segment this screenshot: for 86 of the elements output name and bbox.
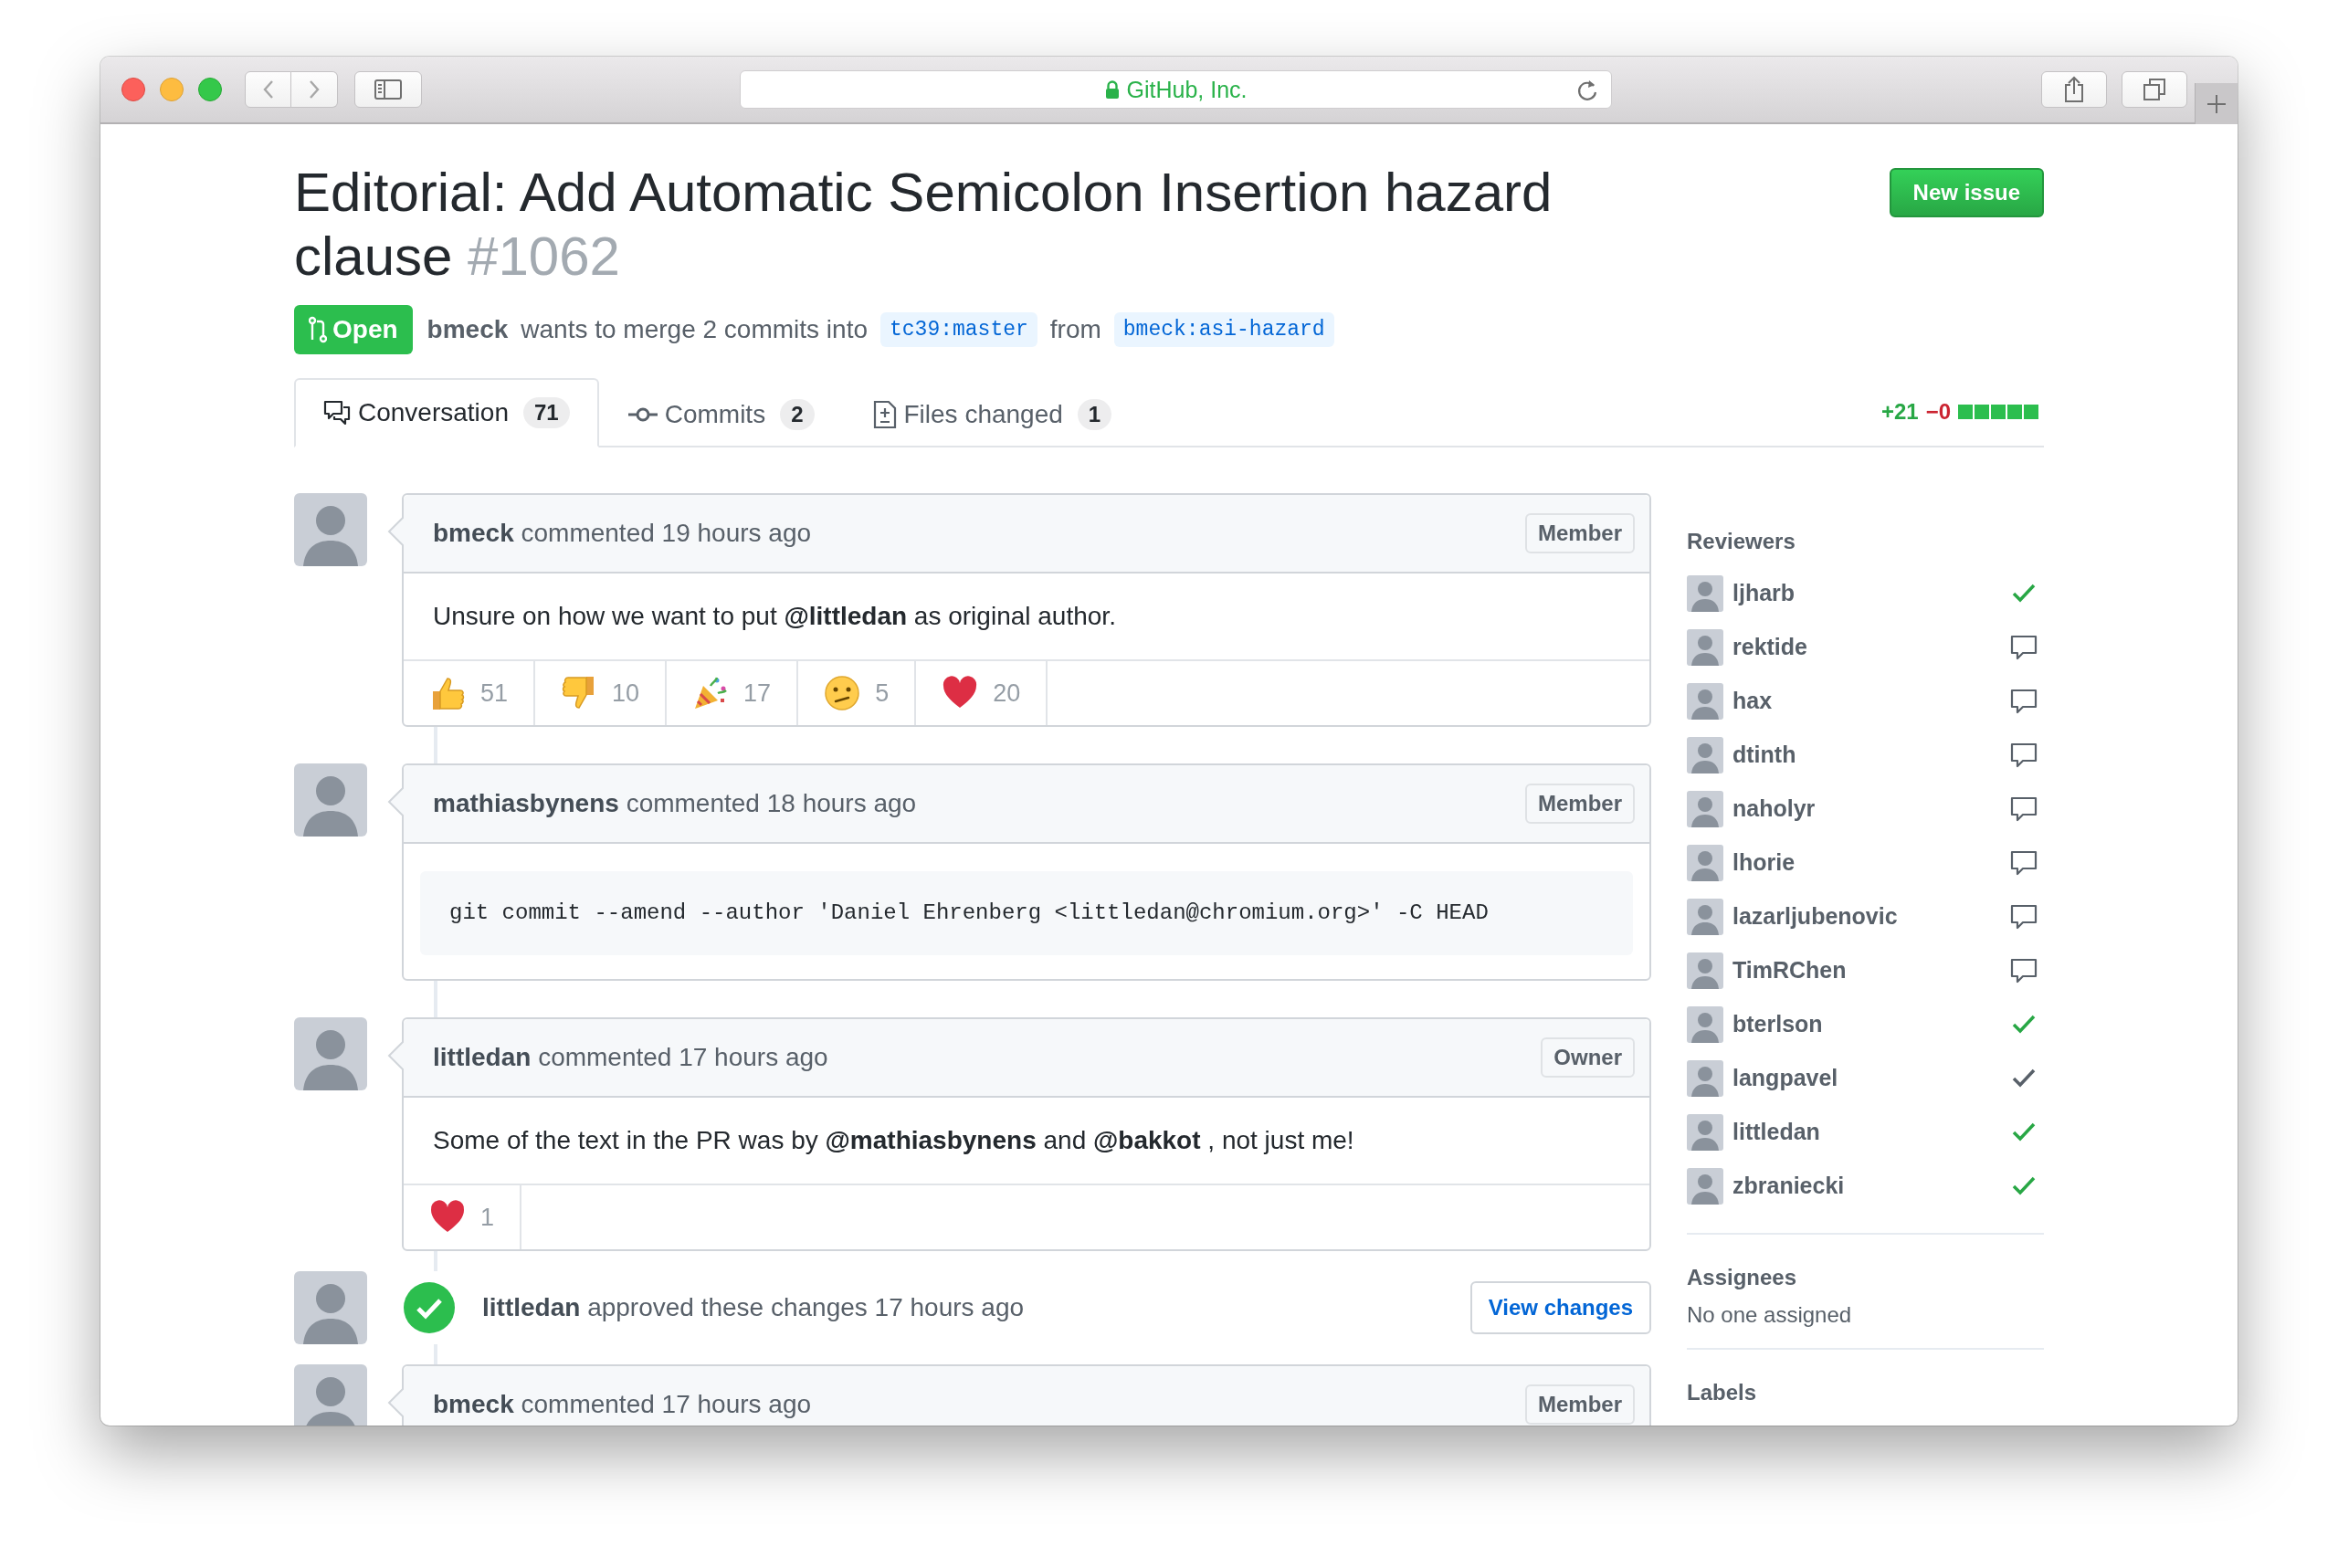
role-label: Member	[1524, 513, 1635, 553]
comment-text: Some of the text in the PR was by @mathiasbynens and @bakkot , not just me!	[433, 1125, 1355, 1156]
minimize-button[interactable]	[160, 78, 184, 101]
labels-heading: Labels	[1687, 1379, 1758, 1406]
file-diff-icon	[872, 400, 897, 429]
approved-check-icon	[403, 1281, 456, 1334]
reviewer-name[interactable]: dtinth	[1732, 742, 1996, 768]
code-block: git commit --amend --author 'Daniel Ehrenberg <littledan@chromium.org>' -C HEAD	[420, 871, 1633, 955]
author-link[interactable]: bmeck	[427, 315, 509, 344]
forward-button[interactable]	[291, 71, 338, 108]
share-icon	[2064, 76, 2084, 103]
reviewer-name[interactable]: hax	[1732, 688, 1996, 714]
open-state-badge: Open	[294, 305, 413, 354]
avatar[interactable]	[1687, 1113, 1723, 1151]
comment-header-text: bmeck commented 17 hours ago	[433, 1390, 812, 1419]
tabs-button[interactable]	[2122, 71, 2187, 108]
comment-header-text: bmeck commented 19 hours ago	[433, 519, 812, 548]
head-branch[interactable]: bmeck:asi-hazard	[1113, 312, 1334, 347]
reviewer-name[interactable]: rektide	[1732, 634, 1996, 660]
comment-header-text: mathiasbynens commented 18 hours ago	[433, 789, 917, 818]
sidebar-button[interactable]	[354, 71, 422, 108]
reviewers-heading: Reviewers	[1687, 528, 1796, 555]
reviewer-name[interactable]: lazarljubenovic	[1732, 903, 1996, 930]
tab[interactable]: Conversation 71	[294, 378, 599, 447]
role-label: Owner	[1541, 1037, 1635, 1078]
sidebar-icon	[374, 79, 402, 100]
avatar[interactable]	[1687, 790, 1723, 827]
additions-count: +21	[1880, 399, 1919, 425]
avatar[interactable]	[1687, 682, 1723, 720]
pull-request-title: Editorial: Add Automatic Semicolon Insertion hazard clause #1062	[294, 161, 1553, 289]
reviewer-name[interactable]: TimRChen	[1732, 957, 1996, 984]
avatar[interactable]	[294, 1364, 367, 1426]
deletions-count: −0	[1925, 399, 1951, 425]
close-button[interactable]	[121, 78, 145, 101]
review-text: littledan approved these changes 17 hours ago	[482, 1293, 1026, 1322]
reviewer-name[interactable]: lhorie	[1732, 849, 1996, 876]
avatar[interactable]	[1687, 1167, 1723, 1205]
reviewer-name[interactable]: zbraniecki	[1732, 1173, 1996, 1199]
role-label: Member	[1524, 1384, 1635, 1425]
share-button[interactable]	[2041, 71, 2107, 108]
reviewer-name[interactable]: littledan	[1732, 1119, 1996, 1145]
assignees-heading: Assignees	[1687, 1264, 1798, 1291]
from-text: from	[1049, 315, 1101, 344]
merge-text: wants to merge 2 commits into	[521, 315, 868, 344]
avatar[interactable]	[1687, 736, 1723, 773]
comment-icon	[323, 400, 351, 426]
confused-face-icon	[824, 675, 861, 711]
avatar[interactable]	[1687, 844, 1723, 881]
address-text: GitHub, Inc.	[1126, 76, 1248, 103]
role-label: Member	[1524, 784, 1635, 824]
tab[interactable]: Commits 2	[598, 380, 844, 447]
tabs-icon	[2143, 78, 2166, 101]
comment-text: Unsure on how we want to put @littledan as original author.	[433, 601, 1117, 632]
base-branch[interactable]: tc39:master	[880, 312, 1037, 347]
avatar[interactable]	[1687, 1005, 1723, 1043]
tab[interactable]: Files changed 1	[843, 380, 1142, 447]
reviewer-name[interactable]: bterlson	[1732, 1011, 1996, 1037]
back-button[interactable]	[245, 71, 291, 108]
commit-icon	[627, 405, 658, 424]
reviewer-name[interactable]: langpavel	[1732, 1065, 1996, 1091]
reviewer-name[interactable]: ljharb	[1732, 580, 1996, 606]
avatar[interactable]	[1687, 574, 1723, 612]
counter: 1	[1077, 399, 1112, 430]
avatar[interactable]	[1687, 898, 1723, 935]
avatar[interactable]	[294, 763, 367, 837]
reviewer-name[interactable]: naholyr	[1732, 795, 1996, 822]
lock-icon	[1104, 80, 1120, 99]
comment-header-text: littledan commented 17 hours ago	[433, 1043, 828, 1072]
avatar[interactable]	[294, 1017, 367, 1090]
view-changes-button[interactable]: View changes	[1469, 1281, 1651, 1334]
avatar[interactable]	[294, 493, 367, 566]
pull-request-icon	[309, 316, 327, 343]
new-tab-button[interactable]	[2195, 83, 2238, 124]
reload-icon[interactable]	[1576, 79, 1598, 102]
avatar[interactable]	[1687, 952, 1723, 989]
assignees-text: No one assigned	[1687, 1302, 1853, 1328]
plus-icon	[2206, 93, 2227, 114]
party-popper-icon	[692, 675, 730, 711]
avatar[interactable]	[1687, 628, 1723, 666]
zoom-button[interactable]	[198, 78, 222, 101]
counter: 2	[780, 399, 815, 430]
chevron-left-icon	[261, 79, 275, 100]
chevron-right-icon	[308, 79, 321, 100]
avatar[interactable]	[294, 1271, 367, 1344]
counter: 71	[523, 397, 570, 428]
avatar[interactable]	[1687, 1059, 1723, 1097]
